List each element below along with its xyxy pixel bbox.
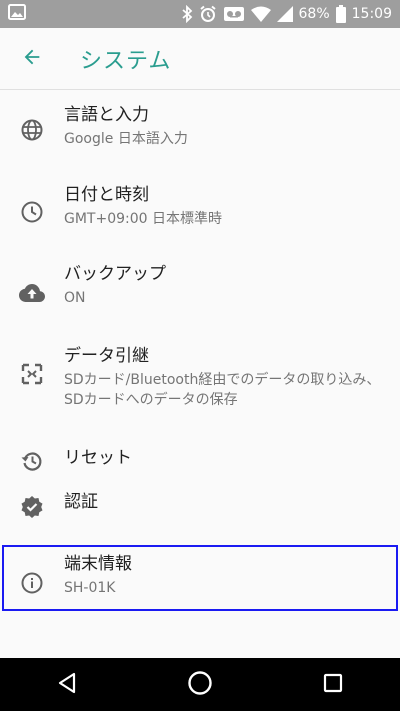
item-title: 認証	[64, 492, 98, 512]
square-recents-icon	[323, 673, 343, 697]
status-bar: 68% 15:09	[0, 0, 400, 28]
voicemail-icon	[223, 5, 245, 23]
list-item-language-input[interactable]: 言語と入力 Google 日本語入力	[0, 90, 400, 170]
item-title: 端末情報	[64, 554, 132, 574]
item-summary: SH-01K	[64, 580, 116, 596]
list-item-about-device[interactable]: 端末情報 SH-01K	[0, 543, 400, 613]
back-button[interactable]	[4, 31, 60, 87]
data-transfer-icon	[21, 363, 43, 389]
item-summary: SDカード/Bluetooth経由でのデータの取り込み、SDカードへのデータの保…	[64, 372, 381, 408]
item-summary: GMT+09:00 日本標準時	[64, 211, 223, 227]
list-item-date-time[interactable]: 日付と時刻 GMT+09:00 日本標準時	[0, 170, 400, 251]
list-item-reset[interactable]: リセット	[0, 433, 400, 481]
settings-list: 言語と入力 Google 日本語入力 日付と時刻 GMT+09:00 日本標準時	[0, 90, 400, 613]
clock-icon	[20, 200, 44, 228]
navigation-bar	[0, 658, 400, 711]
alarm-icon	[199, 5, 217, 23]
info-icon	[20, 571, 44, 599]
battery-percent: 68%	[298, 6, 330, 22]
list-item-certification[interactable]: 認証	[0, 481, 400, 543]
item-summary: ON	[64, 290, 86, 306]
nav-back-button[interactable]	[37, 658, 97, 711]
list-item-backup[interactable]: バックアップ ON	[0, 251, 400, 333]
item-summary: Google 日本語入力	[64, 131, 188, 147]
battery-icon	[335, 5, 346, 23]
bluetooth-icon	[181, 5, 193, 23]
cell-signal-icon	[276, 6, 293, 22]
status-time: 15:09	[351, 6, 392, 22]
history-icon	[20, 449, 44, 477]
cloud-upload-icon	[19, 283, 45, 307]
settings-screen: 68% 15:09 システム 言語と入力 Google 日本語入力 日付と時刻 …	[0, 0, 400, 711]
list-item-data-transfer[interactable]: データ引継 SDカード/Bluetooth経由でのデータの取り込み、SDカードへ…	[0, 333, 400, 433]
item-title: 日付と時刻	[64, 185, 149, 205]
circle-home-icon	[187, 670, 213, 700]
item-title: 言語と入力	[64, 105, 149, 125]
gallery-notification-icon	[8, 4, 26, 24]
page-title: システム	[80, 48, 172, 74]
arrow-back-icon	[21, 46, 43, 72]
wifi-icon	[250, 6, 271, 22]
app-bar: システム	[0, 28, 400, 90]
item-title: データ引継	[64, 346, 149, 366]
nav-recents-button[interactable]	[303, 658, 363, 711]
nav-home-button[interactable]	[170, 658, 230, 711]
globe-icon	[20, 118, 44, 146]
item-title: バックアップ	[64, 264, 166, 284]
item-title: リセット	[64, 448, 132, 468]
triangle-back-icon	[57, 672, 77, 698]
verified-badge-icon	[20, 495, 44, 523]
